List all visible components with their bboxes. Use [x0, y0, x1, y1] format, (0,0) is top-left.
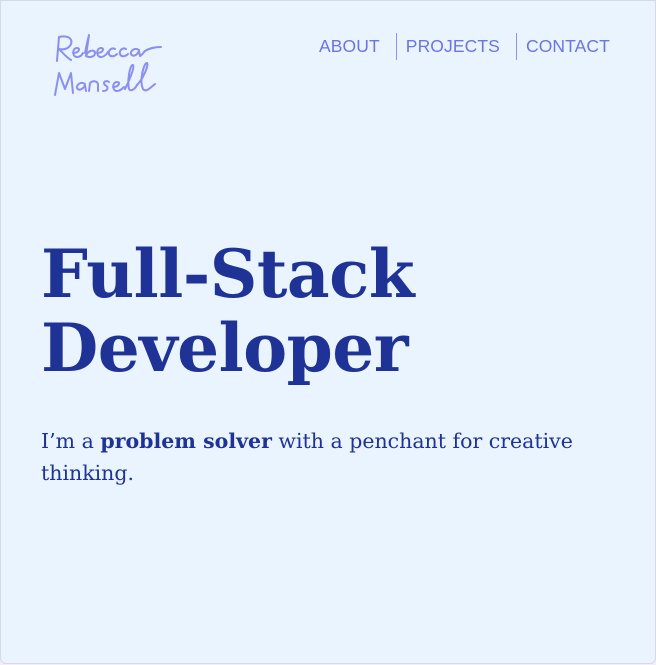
signature-logo[interactable] [51, 29, 191, 103]
nav-link-about[interactable]: ABOUT [306, 32, 396, 60]
intro-highlight: problem solver [100, 429, 272, 453]
nav-link-projects[interactable]: PROJECTS [397, 32, 516, 60]
intro-paragraph: I’m a problem solver with a penchant for… [41, 425, 601, 489]
hero-title-line-1: Full-Stack [41, 235, 415, 313]
intro-prefix: I’m a [41, 429, 101, 453]
signature-logo-graphic [54, 34, 162, 96]
main-nav: ABOUT PROJECTS CONTACT [306, 32, 610, 60]
page: ABOUT PROJECTS CONTACT Full-Stack Develo… [0, 0, 656, 664]
hero-title: Full-Stack Developer [41, 237, 561, 385]
hero-title-line-2: Developer [41, 309, 409, 387]
nav-link-contact[interactable]: CONTACT [517, 32, 610, 60]
